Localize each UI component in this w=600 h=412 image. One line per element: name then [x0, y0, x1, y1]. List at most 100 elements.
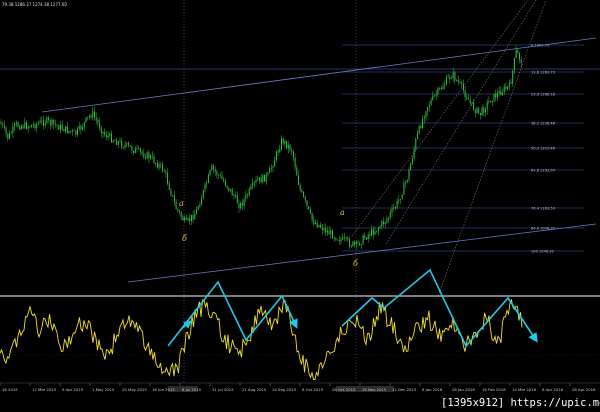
candle-body [60, 124, 61, 130]
candle-body [456, 80, 458, 81]
fib-label-38.2: 38.2 1238.48 [531, 122, 556, 126]
candle-body [22, 125, 24, 128]
candle-body [124, 144, 126, 148]
candle-body [177, 209, 179, 211]
candle-body [100, 128, 102, 134]
candle-body [148, 152, 150, 159]
candle-body [349, 239, 350, 247]
candle-body [196, 209, 197, 214]
candle-body [66, 126, 68, 133]
candle-body [394, 207, 396, 209]
candle-body [343, 237, 345, 239]
time-axis-label: 17 Mar 2015 [32, 387, 57, 392]
candle-body [505, 86, 507, 89]
candle-body [376, 230, 378, 232]
candle-body [515, 50, 517, 58]
candle-body [403, 182, 405, 195]
candle-body [31, 125, 33, 128]
candle-body [156, 163, 158, 168]
candle-body [440, 87, 442, 89]
candle-body [236, 195, 238, 204]
candle-body [34, 124, 36, 129]
candle-body [10, 133, 12, 134]
candle-body [520, 59, 522, 64]
candle-body [517, 50, 519, 54]
candle-body [369, 234, 371, 236]
candle-body [37, 123, 39, 124]
time-axis-label: 19 Nov 2015 [362, 387, 387, 392]
candle-body [313, 220, 315, 225]
candle-body [175, 201, 177, 210]
candle-body [490, 101, 492, 103]
candle-body [117, 141, 119, 145]
candle-body [468, 99, 469, 100]
candle-body [519, 53, 520, 60]
candle-body [301, 190, 303, 192]
candle-body [379, 226, 381, 229]
candle-body [274, 160, 276, 167]
candle-body [206, 182, 208, 184]
candle-body [224, 181, 226, 186]
candle-body [133, 150, 135, 153]
candle-body [366, 237, 367, 239]
candle-body [332, 230, 333, 239]
candle-body [216, 171, 218, 175]
candle-body [15, 122, 17, 125]
candle-body [184, 217, 186, 221]
candle-body [32, 124, 34, 126]
candle-body [452, 72, 454, 78]
candle-body [287, 144, 289, 149]
candle-body [226, 185, 228, 188]
candle-body [389, 212, 391, 218]
candle-body [439, 87, 441, 89]
candle-body [7, 133, 9, 139]
candle-body [122, 147, 124, 148]
candle-body [163, 170, 165, 172]
candle-body [396, 200, 398, 208]
candle-body [442, 86, 444, 89]
candle-body [386, 219, 388, 223]
candle-body [139, 148, 141, 152]
candle-body [500, 90, 502, 95]
candle-body [364, 235, 366, 238]
time-axis-label: 28 Apr 2016 [572, 387, 596, 392]
candle-body [131, 146, 133, 151]
candle-body [160, 164, 162, 165]
price-chart[interactable]: 79.38 1286.37 1274.38 1277.60 0 1303.75 … [0, 0, 600, 412]
time-axis-label: 14 Sep 2015 [272, 387, 297, 392]
candle-body [51, 119, 53, 125]
candle-body [12, 126, 14, 134]
candle-body [347, 237, 349, 240]
candle-body [408, 169, 410, 180]
candle-body [345, 237, 347, 239]
candle-body [95, 117, 97, 121]
time-axis-label: 31 Jul 2015 [212, 387, 234, 392]
candle-body [423, 117, 425, 119]
candle-body [150, 155, 152, 159]
candle-body [333, 237, 335, 239]
candle-body [338, 239, 340, 242]
candle-body [48, 117, 50, 120]
candle-body [415, 138, 417, 149]
candle-body [483, 107, 485, 113]
fib-label-100: 100 1046.32 [531, 250, 554, 254]
candle-body [292, 151, 294, 158]
candle-body [316, 222, 318, 228]
candle-body [0, 122, 2, 124]
chart-window[interactable]: 79.38 1286.37 1274.38 1277.60 0 1303.75 … [0, 0, 600, 412]
candle-body [92, 111, 94, 118]
candle-body [182, 216, 184, 221]
candle-body [406, 179, 408, 182]
candle-body [258, 177, 260, 181]
candle-body [46, 117, 48, 124]
candle-body [114, 140, 116, 142]
candle-body [291, 150, 293, 152]
candle-body [411, 158, 413, 164]
candle-body [496, 92, 498, 98]
candle-body [235, 195, 237, 197]
candle-body [240, 202, 242, 209]
candle-body [303, 191, 305, 197]
candle-body [513, 57, 515, 71]
candle-body [466, 97, 468, 100]
candle-body [231, 189, 233, 196]
